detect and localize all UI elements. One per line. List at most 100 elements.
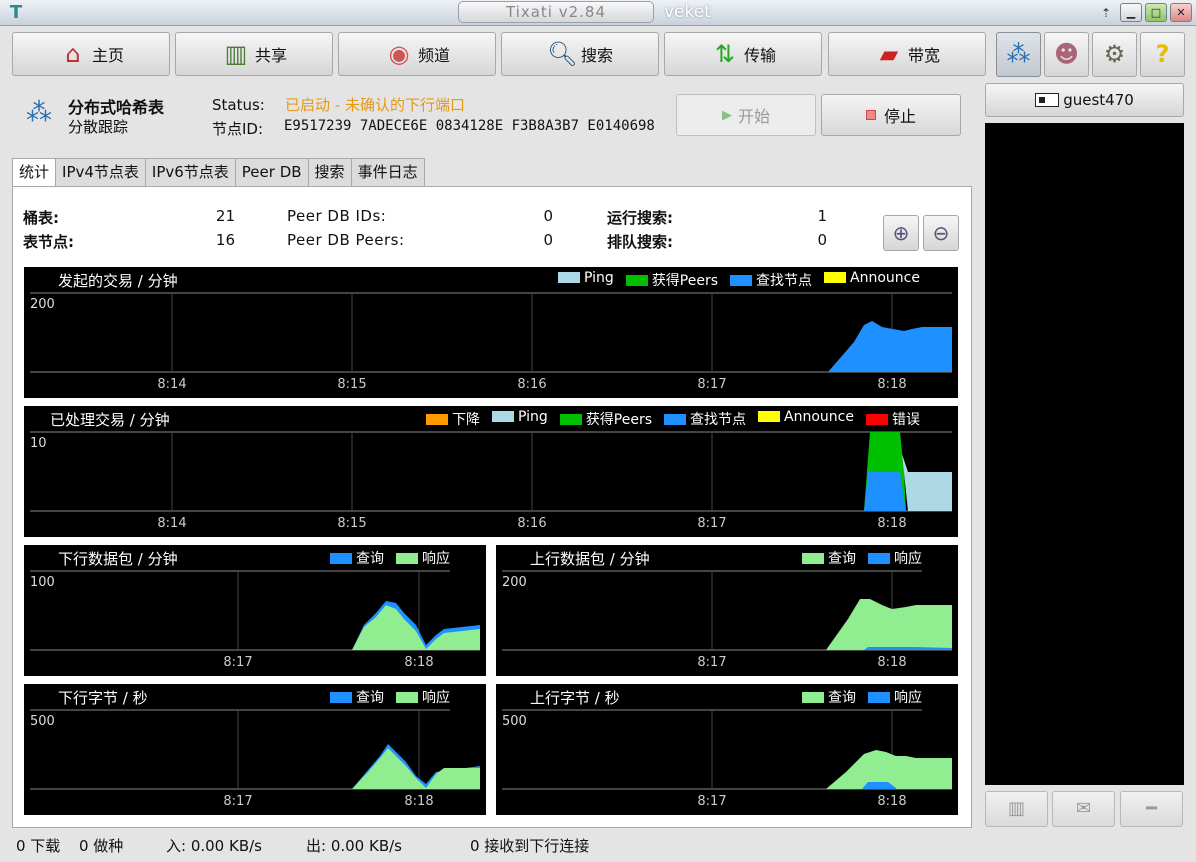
legend-item: 响应 — [868, 548, 922, 568]
tab-ipv6-table[interactable]: IPv6节点表 — [144, 158, 236, 186]
x-tick-label: 8:14 — [157, 516, 187, 531]
initiated-transactions-graph: 发起的交易 / 分钟 Ping 获得Peers 查找节点 Announce 20… — [24, 267, 958, 398]
x-tick-label: 8:17 — [697, 655, 727, 670]
x-tick-label: 8:18 — [877, 794, 907, 809]
zoom-out-icon: ⊖ — [932, 221, 950, 245]
chat-area[interactable] — [985, 123, 1184, 785]
share-label: 共享 — [254, 46, 287, 65]
settings-button[interactable]: ⚙ — [1092, 32, 1137, 77]
bandwidth-chart-icon: ▰ — [879, 40, 899, 68]
x-tick-label: 8:15 — [337, 516, 367, 531]
maximize-button[interactable]: □ — [1145, 3, 1167, 22]
y-max-label: 200 — [30, 297, 55, 312]
window-title: Tixati v2.84 — [458, 1, 654, 23]
graph-title: 上行字节 / 秒 — [530, 689, 620, 707]
home-label: 主页 — [91, 46, 124, 65]
legend-item: Announce — [758, 409, 854, 429]
tixati-logo-icon: T — [9, 2, 23, 23]
envelope-icon: ✉ — [1075, 798, 1092, 819]
start-button[interactable]: ▶ 开始 — [676, 94, 816, 136]
graph-title: 下行数据包 / 分钟 — [58, 550, 178, 568]
transfers-button[interactable]: ⇅ 传输 — [664, 32, 822, 76]
arrow-up-icon[interactable]: ⇡ — [1101, 6, 1111, 20]
y-max-label: 10 — [30, 436, 47, 451]
collapse-button[interactable]: ━ — [1120, 791, 1183, 827]
tab-ipv4-table[interactable]: IPv4节点表 — [55, 158, 146, 186]
legend-item: 查询 — [802, 687, 856, 707]
legend-item: 响应 — [868, 687, 922, 707]
x-tick-label: 8:16 — [517, 516, 547, 531]
peerdb-ids-label: Peer DB IDs: — [287, 207, 387, 225]
help-button[interactable]: ? — [1140, 32, 1185, 77]
tab-peer-db[interactable]: Peer DB — [234, 158, 309, 186]
node-id-value: E9517239 7ADECE6E 0834128E F3B8A3B7 E014… — [284, 118, 655, 134]
legend-item: 下降 — [426, 409, 480, 429]
incoming-rate: 入: 0.00 KB/s — [166, 837, 262, 855]
window-user: veket — [664, 2, 711, 22]
seeding-count: 0 做种 — [79, 837, 124, 855]
magnifier-icon: 🔍︎ — [546, 40, 578, 68]
node-id-label: 节点ID: — [212, 120, 264, 138]
network-nodes-icon: ⁂ — [1006, 40, 1031, 68]
dht-subtitle: 分散跟踪 — [68, 118, 129, 136]
bandwidth-button[interactable]: ▰ 带宽 — [828, 32, 986, 76]
graph-title: 下行字节 / 秒 — [58, 689, 148, 707]
zoom-out-button[interactable]: ⊖ — [923, 215, 959, 251]
status-bar: 0 下载 0 做种 入: 0.00 KB/s 出: 0.00 KB/s 0 接收… — [0, 830, 1196, 862]
question-mark-icon: ? — [1155, 40, 1170, 68]
up-bytes-graph: 上行字节 / 秒 查询 响应 500 8:17 8:18 — [496, 684, 958, 815]
broadcast-icon: ◉ — [388, 40, 410, 68]
window-controls: ⇡ ▁ □ ✕ — [1101, 3, 1192, 22]
tab-bar: 统计 IPv4节点表 IPv6节点表 Peer DB 搜索 事件日志 — [12, 158, 425, 187]
x-tick-label: 8:18 — [877, 655, 907, 670]
legend-item: 错误 — [866, 409, 920, 429]
network-nodes-icon: ⁂ — [26, 98, 52, 128]
zoom-in-button[interactable]: ⊕ — [883, 215, 919, 251]
bandwidth-label: 带宽 — [907, 46, 940, 65]
start-label: 开始 — [737, 107, 770, 126]
peerdb-peers-value: 0 — [543, 231, 553, 249]
table-nodes-value: 16 — [215, 231, 235, 249]
peerdb-ids-value: 0 — [543, 207, 553, 225]
close-button[interactable]: ✕ — [1170, 3, 1192, 22]
y-max-label: 500 — [30, 714, 55, 729]
home-button[interactable]: ⌂ 主页 — [12, 32, 170, 76]
running-searches-label: 运行搜索: — [607, 209, 673, 227]
down-bytes-graph: 下行字节 / 秒 查询 响应 500 8:17 8:18 — [24, 684, 486, 815]
legend-item: Ping — [492, 409, 548, 429]
id-card-icon — [1035, 93, 1060, 107]
find-node-series — [864, 472, 906, 511]
x-tick-label: 8:18 — [404, 655, 434, 670]
dht-button[interactable]: ⁂ — [996, 32, 1041, 77]
search-button[interactable]: 🔍︎ 搜索 — [501, 32, 659, 76]
house-icon: ⌂ — [65, 40, 81, 68]
query-series — [826, 599, 952, 650]
transfer-arrows-icon: ⇅ — [714, 40, 736, 68]
user-button[interactable]: guest470 — [985, 83, 1184, 117]
legend-item: 响应 — [396, 687, 450, 707]
tab-search[interactable]: 搜索 — [307, 158, 352, 186]
library-button[interactable]: ▥ — [985, 791, 1048, 827]
search-label: 搜索 — [580, 46, 613, 65]
graph-legend: 下降 Ping 获得Peers 查找节点 Announce 错误 — [426, 409, 920, 429]
ping-series — [902, 454, 952, 511]
users-icon: ☻ — [1053, 40, 1080, 68]
y-max-label: 100 — [30, 575, 55, 590]
running-searches-value: 1 — [817, 207, 827, 225]
y-max-label: 500 — [502, 714, 527, 729]
buckets-value: 21 — [215, 207, 235, 225]
channels-button[interactable]: ◉ 频道 — [338, 32, 496, 76]
x-tick-label: 8:17 — [697, 516, 727, 531]
stop-icon — [865, 110, 876, 120]
stop-button[interactable]: 停止 — [821, 94, 961, 136]
dht-panel: ⁂ 分布式哈希表 分散跟踪 Status: 已启动 - 未确认的下行端口 节点I… — [8, 80, 974, 828]
channels-label: 频道 — [417, 46, 450, 65]
tab-stats[interactable]: 统计 — [12, 158, 57, 187]
minimize-button[interactable]: ▁ — [1120, 3, 1142, 22]
status-label: Status: — [212, 96, 265, 114]
legend-item: 查找节点 — [664, 409, 746, 429]
users-button[interactable]: ☻ — [1044, 32, 1089, 77]
tab-event-log[interactable]: 事件日志 — [350, 158, 425, 186]
message-button[interactable]: ✉ — [1052, 791, 1115, 827]
share-button[interactable]: ▥ 共享 — [175, 32, 333, 76]
